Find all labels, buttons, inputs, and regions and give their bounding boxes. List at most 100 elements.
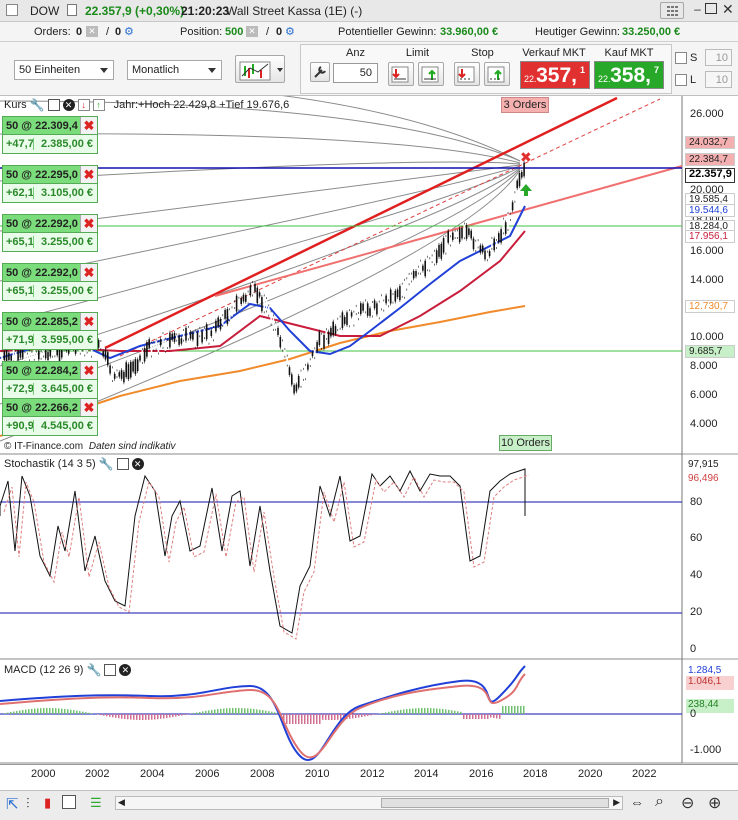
window-icon[interactable] — [104, 664, 117, 676]
order-entry: 50 @ 22.309,4 ✖ — [2, 116, 98, 135]
close-icon[interactable]: ✕ — [131, 458, 144, 470]
limit-buy-button[interactable] — [418, 62, 444, 86]
close-order-icon[interactable]: ✖ — [80, 264, 97, 281]
order-eur: 2.385,00 € — [33, 138, 97, 150]
scroll-right-icon[interactable]: ▶ — [613, 797, 620, 808]
limit-sell-button[interactable] — [388, 62, 414, 86]
indicator-icon[interactable]: ⫶ — [26, 795, 30, 812]
macd-bar — [271, 711, 273, 714]
grid-icon[interactable] — [62, 795, 76, 809]
l-checkbox[interactable] — [675, 74, 687, 86]
macd-bar — [481, 714, 483, 719]
scrollbar-thumb[interactable] — [381, 798, 609, 808]
sell-price-main: 357, — [536, 64, 577, 87]
zoom-area-icon[interactable]: ⌕ — [655, 793, 664, 811]
orders-bottom-badge[interactable]: 10 Orders — [499, 435, 552, 451]
share-icon[interactable]: ⇱ — [6, 795, 19, 813]
s-checkbox[interactable] — [675, 52, 687, 64]
close-order-icon[interactable]: ✖ — [80, 215, 97, 232]
clock: 21:20:23 — [181, 4, 230, 18]
title-bar: DOW 22.357,9 (+0,30%) 21:20:23 Wall Stre… — [0, 0, 738, 22]
select-checkbox[interactable] — [6, 4, 18, 16]
macd-bar — [70, 709, 72, 714]
list-icon[interactable]: ☰ — [90, 795, 102, 811]
order-card[interactable]: 50 @ 22.292,0 ✖ +65,1 3.255,00 € — [2, 214, 98, 252]
close-order-icon[interactable]: ✖ — [80, 117, 97, 134]
macd-bar — [490, 714, 492, 718]
keypad-button[interactable] — [660, 2, 684, 19]
order-card[interactable]: 50 @ 22.284,2 ✖ +72,9 3.645,00 € — [2, 361, 98, 399]
x-tick-label: 2006 — [195, 768, 220, 780]
close-order-icon[interactable]: ✖ — [80, 313, 97, 330]
close-order-icon[interactable]: ✖ — [80, 166, 97, 183]
buy-icon[interactable]: ↑ — [92, 99, 105, 111]
order-card[interactable]: 50 @ 22.292,0 ✖ +65,1 3.255,00 € — [2, 263, 98, 301]
macd-bar — [355, 714, 357, 719]
order-card[interactable]: 50 @ 22.285,2 ✖ +71,9 3.595,00 € — [2, 312, 98, 350]
orders-top-badge[interactable]: 3 Orders — [501, 97, 549, 113]
s-input[interactable]: 10 — [705, 49, 732, 66]
position-settings-icon[interactable]: ⚙ — [285, 25, 295, 38]
macd-bar — [292, 714, 294, 724]
macd-bar — [493, 714, 495, 718]
order-eur: 3.255,00 € — [33, 236, 97, 248]
order-entry: 50 @ 22.285,2 ✖ — [2, 312, 98, 331]
wrench-icon[interactable]: 🔧 — [99, 457, 114, 471]
macd-bar — [220, 708, 222, 714]
close-icon[interactable]: ✕ — [62, 99, 75, 111]
order-card[interactable]: 50 @ 22.295,0 ✖ +62,1 3.105,00 € — [2, 165, 98, 203]
today-gain-label: Heutiger Gewinn: — [535, 26, 620, 38]
window-icon[interactable] — [47, 99, 60, 111]
macd-bar — [325, 714, 327, 720]
order-pnl: +62,1 3.105,00 € — [2, 184, 98, 203]
quantity-input[interactable]: 50 — [333, 63, 378, 83]
close-order-icon[interactable]: ✖ — [80, 362, 97, 379]
macd-bar — [148, 714, 150, 720]
stop-buy-button[interactable] — [484, 62, 510, 86]
wrench-icon[interactable]: 🔧 — [30, 98, 45, 112]
window-icon[interactable] — [116, 458, 129, 470]
order-eur: 3.105,00 € — [33, 187, 97, 199]
wrench-button[interactable] — [310, 62, 330, 82]
order-entry-text: 50 @ 22.292,0 — [6, 217, 78, 230]
sell-icon[interactable]: ↓ — [77, 99, 90, 111]
order-card[interactable]: 50 @ 22.309,4 ✖ +47,7 2.385,00 € — [2, 116, 98, 154]
minimize-icon[interactable]: – — [690, 2, 705, 17]
candle-icon[interactable]: ▮ — [44, 795, 51, 811]
fit-icon[interactable]: ⇔ — [630, 794, 644, 810]
time-scrollbar[interactable]: ◀ ▶ — [115, 796, 623, 810]
zoom-out-icon[interactable]: ⊖ — [681, 793, 694, 813]
price-level-tag: 24.032,7 — [685, 136, 735, 149]
order-entry-text: 50 @ 22.309,4 — [6, 119, 78, 132]
buy-market-button[interactable]: 22. 358, 7 — [594, 61, 664, 89]
stoch-tick-label: 40 — [690, 569, 703, 581]
order-entry: 50 @ 22.284,2 ✖ — [2, 361, 98, 380]
cancel-orders-icon[interactable]: ✕ — [86, 26, 98, 37]
close-icon[interactable]: ✕ — [722, 1, 734, 18]
close-icon[interactable]: ✕ — [119, 664, 132, 676]
close-order-icon[interactable]: ✖ — [80, 399, 97, 416]
close-order-icon[interactable]: ✖ — [520, 149, 532, 165]
wrench-icon[interactable]: 🔧 — [86, 663, 101, 677]
macd-bar — [124, 714, 126, 720]
order-card[interactable]: 50 @ 22.266,2 ✖ +90,9 4.545,00 € — [2, 398, 98, 436]
macd-bar — [52, 708, 54, 714]
units-select[interactable]: 50 Einheiten — [14, 60, 114, 80]
macd-bar — [37, 708, 39, 714]
macd-bar — [133, 714, 135, 720]
settings-icon[interactable]: ⚙ — [124, 25, 134, 38]
period-select[interactable]: Monatlich — [127, 60, 222, 80]
stop-sell-button[interactable] — [454, 62, 480, 86]
document-icon[interactable] — [67, 4, 77, 16]
y-tick-label: 16.000 — [690, 245, 724, 257]
maximize-icon[interactable] — [705, 3, 717, 14]
close-position-icon[interactable]: ✕ — [246, 26, 258, 37]
y-tick-label: 6.000 — [690, 389, 718, 401]
chart-type-button[interactable] — [235, 55, 285, 83]
zoom-in-icon[interactable]: ⊕ — [708, 793, 721, 813]
scroll-left-icon[interactable]: ◀ — [118, 797, 125, 808]
l-input[interactable]: 10 — [705, 71, 732, 88]
sell-market-button[interactable]: 22. 357, 1 — [520, 61, 590, 89]
macd-bar — [454, 710, 456, 714]
macd-bar — [31, 708, 33, 714]
